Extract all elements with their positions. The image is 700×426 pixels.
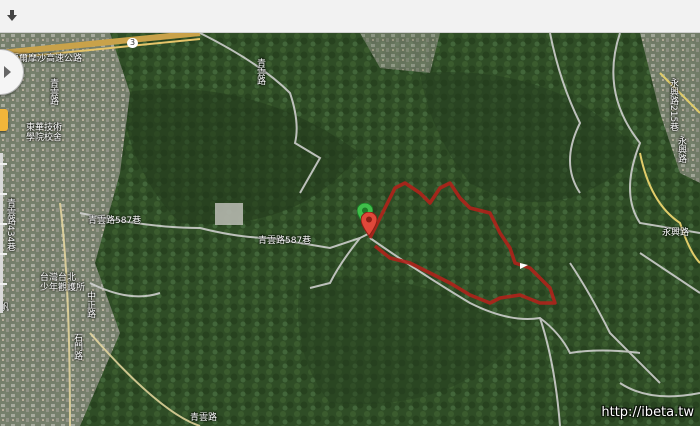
zoom-tick <box>0 283 7 285</box>
route-number-badge: 3 <box>127 38 139 48</box>
watermark-url: http://ibeta.tw <box>601 405 694 420</box>
zoom-slider[interactable] <box>0 153 7 313</box>
road-label-zhongzheng: 中正路 <box>85 291 95 318</box>
zoom-tick <box>0 223 7 225</box>
poi-label-school: 東華技術 學院校舍 <box>26 123 63 143</box>
end-marker[interactable] <box>361 212 377 236</box>
zoom-tick <box>0 193 7 195</box>
road-label-shishi-road: 石門路 <box>72 333 82 360</box>
download-icon[interactable] <box>5 8 19 24</box>
road-label-qinyun-587-b: 青雲路587巷 <box>258 236 312 246</box>
road-label-qinyu-road: 青雲路 <box>255 58 265 85</box>
zoom-tick <box>0 163 7 165</box>
road-label-yongxing-2: 永興路 <box>662 228 690 238</box>
road-label-qinyun-587: 青雲路587巷 <box>88 216 142 226</box>
street-view-pegman-icon[interactable] <box>0 109 8 131</box>
satellite-map[interactable]: 福爾摩沙高速公路 3 青雲路587巷 青雲路587巷 青雲路434巷 青雲路 青… <box>0 33 700 426</box>
road-label-yongxing-215: 永興路215巷 <box>668 78 678 132</box>
road-label-qinyun-road: 青雲路 <box>48 78 58 105</box>
zoom-track[interactable] <box>0 153 3 313</box>
road-label-qinyun-road-bottom: 青雲路 <box>190 413 218 423</box>
road-label-yongxing: 永興路 <box>676 136 686 163</box>
pan-right-arrow-icon[interactable] <box>4 66 11 78</box>
zoom-tick <box>0 253 7 255</box>
poi-label-prison: 台灣台北 少年觀護所 <box>40 273 86 293</box>
map-imagery <box>0 33 700 426</box>
top-toolbar <box>0 0 700 33</box>
